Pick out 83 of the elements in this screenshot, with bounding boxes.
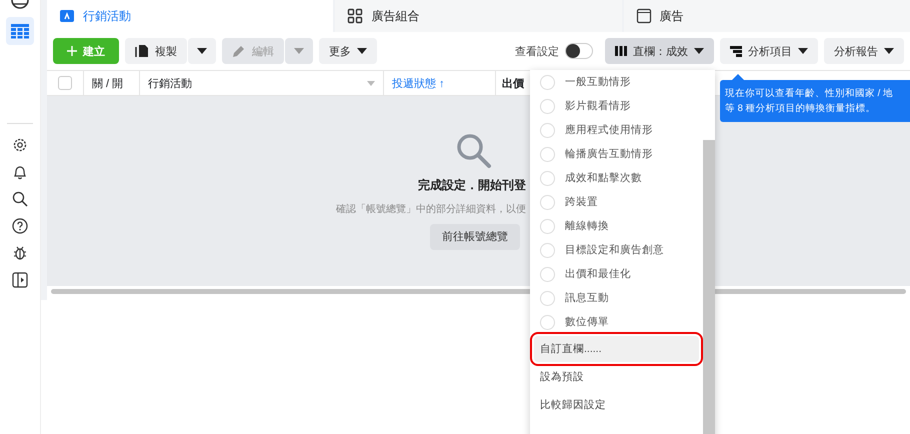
menu-item-label: 目標設定和廣告創意: [565, 243, 664, 257]
more-button[interactable]: 更多: [319, 38, 377, 64]
menu-item[interactable]: 離線轉換: [534, 214, 699, 238]
menu-item[interactable]: 數位傳單: [534, 310, 699, 334]
radio-button[interactable]: [540, 146, 555, 162]
menu-item-label: 一般互動情形: [565, 75, 631, 89]
radio-button[interactable]: [540, 170, 555, 186]
tab[interactable]: 廣告: [624, 0, 910, 32]
bug-icon[interactable]: [12, 245, 28, 261]
caret-icon: [197, 48, 207, 54]
menu-item-label: 數位傳單: [565, 315, 609, 329]
caret-icon: [294, 48, 304, 54]
menu-item[interactable]: 比較歸因設定: [534, 392, 699, 418]
pencil-icon: [232, 44, 246, 58]
view-settings-label: 查看設定: [515, 44, 559, 58]
menu-item[interactable]: 成效和點擊次數: [534, 166, 699, 190]
breakdown-button[interactable]: 分析項目: [720, 38, 818, 64]
circle-icon[interactable]: [10, 0, 30, 10]
radio-button[interactable]: [540, 98, 555, 114]
reports-button[interactable]: 分析報告: [824, 38, 904, 64]
settings-icon[interactable]: [12, 137, 28, 153]
radio-button[interactable]: [540, 74, 555, 90]
menu-item[interactable]: 設為預設: [534, 364, 699, 390]
menu-item[interactable]: 訊息互動: [534, 286, 699, 310]
bell-icon[interactable]: [12, 164, 28, 180]
menu-item-label: 影片觀看情形: [565, 99, 631, 113]
radio-button[interactable]: [540, 242, 555, 258]
caret-icon: [694, 48, 704, 54]
search-icon: [456, 132, 492, 168]
radio-button[interactable]: [540, 194, 555, 210]
copy-icon: [135, 44, 149, 58]
radio-button[interactable]: [540, 314, 555, 330]
account-overview-button[interactable]: 前往帳號總覽: [430, 224, 520, 250]
columns-icon: [615, 45, 627, 57]
columns-button[interactable]: 直欄：成效: [605, 38, 714, 64]
plus-icon: [67, 46, 77, 56]
radio-button[interactable]: [540, 266, 555, 282]
folder-icon: [59, 8, 75, 24]
menu-item[interactable]: 跨裝置: [534, 190, 699, 214]
menu-item-label: 出價和最佳化: [565, 267, 631, 281]
menu-item-label: 應用程式使用情形: [565, 123, 653, 137]
duplicate-button[interactable]: 複製: [125, 38, 187, 64]
grid-icon: [347, 8, 364, 24]
checkbox[interactable]: [58, 76, 72, 90]
search-icon[interactable]: [12, 191, 28, 207]
tooltip-text: 等 8 種分析項目的轉換衡量指標。: [725, 102, 877, 116]
menu-item-label: 跨裝置: [565, 195, 598, 209]
tooltip-text: 現在你可以查看年齡、性別和國家 / 地: [725, 87, 894, 101]
duplicate-menu-button[interactable]: [188, 38, 216, 64]
menu-item[interactable]: 輪播廣告互動情形: [534, 142, 699, 166]
menu-item[interactable]: 應用程式使用情形: [534, 118, 699, 142]
empty-message: 確認「帳號總覽」中的部分詳細資料，以便: [336, 202, 526, 216]
edit-menu-button[interactable]: [285, 38, 313, 64]
scrollbar-thumb[interactable]: [703, 140, 715, 434]
column-header[interactable]: 出價: [502, 76, 524, 90]
menu-item-label: 訊息互動: [565, 291, 609, 305]
caret-icon: [884, 48, 894, 54]
tab[interactable]: 廣告組合: [335, 0, 622, 32]
menu-item[interactable]: 自訂直欄......: [534, 336, 699, 362]
column-header[interactable]: 關 / 開: [92, 76, 124, 90]
help-icon[interactable]: [12, 218, 28, 234]
radio-button[interactable]: [540, 218, 555, 234]
tab[interactable]: 行銷活動: [47, 0, 334, 32]
caret-icon: [367, 80, 375, 86]
window-icon: [636, 8, 652, 24]
radio-button[interactable]: [540, 290, 555, 306]
empty-title: 完成設定．開始刊登: [418, 176, 526, 194]
column-header[interactable]: 行銷活動: [148, 76, 192, 90]
menu-item[interactable]: 出價和最佳化: [534, 262, 699, 286]
table-icon[interactable]: [6, 17, 34, 45]
menu-item-label: 輪播廣告互動情形: [565, 147, 653, 161]
panel-icon[interactable]: [12, 272, 28, 288]
menu-item[interactable]: 一般互動情形: [534, 70, 699, 94]
menu-item[interactable]: 影片觀看情形: [534, 94, 699, 118]
caret-icon: [357, 48, 367, 54]
toggle-switch[interactable]: [565, 43, 593, 59]
radio-button[interactable]: [540, 122, 555, 138]
column-header[interactable]: 投遞狀態 ↑: [392, 76, 445, 90]
menu-item-label: 離線轉換: [565, 219, 609, 233]
menu-item-label: 成效和點擊次數: [565, 171, 642, 185]
breakdown-icon: [730, 45, 742, 57]
caret-icon: [798, 48, 808, 54]
menu-item[interactable]: 目標設定和廣告創意: [534, 238, 699, 262]
